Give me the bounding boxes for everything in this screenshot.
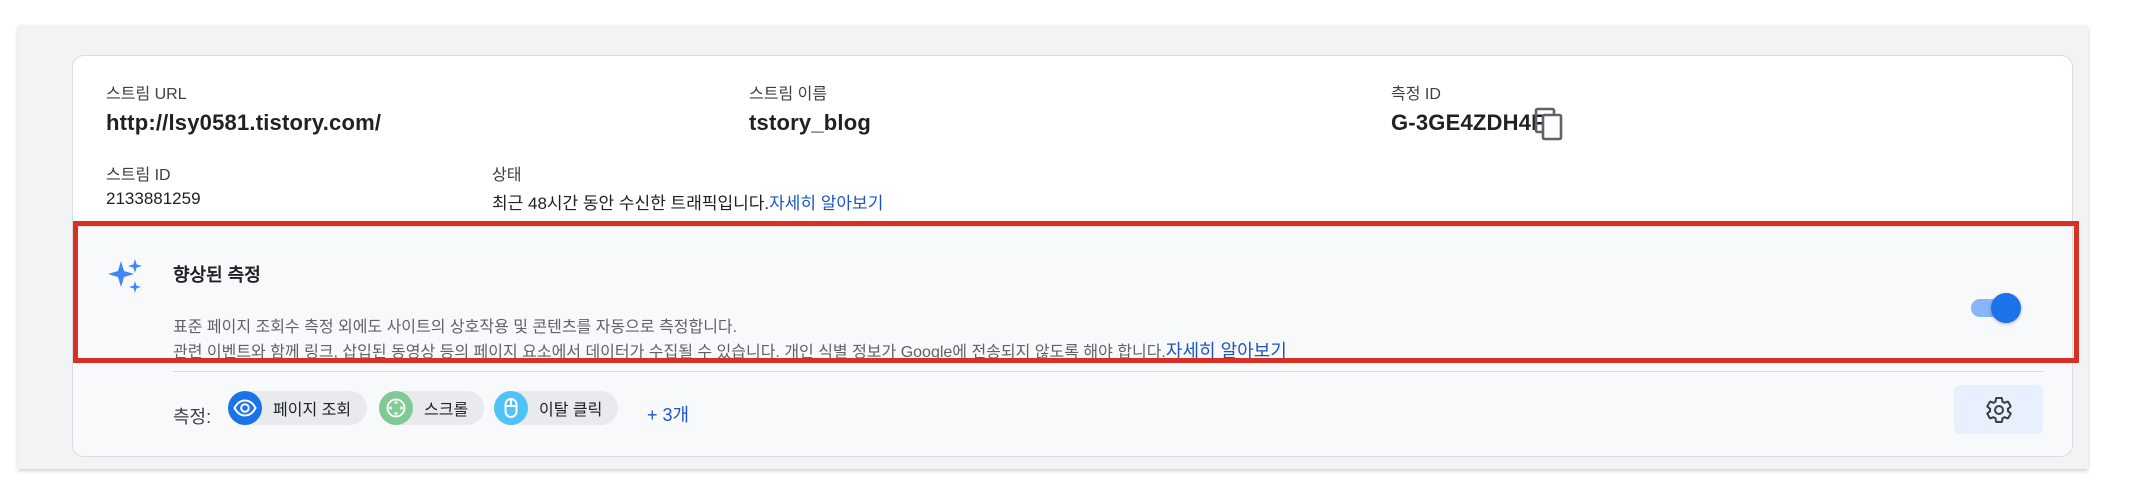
stream-name-value: tstory_blog <box>749 110 871 135</box>
status-text: 최근 48시간 동안 수신한 트래픽입니다. <box>492 194 770 213</box>
stream-name-label: 스트림 이름 <box>749 86 828 103</box>
eye-icon <box>228 391 262 425</box>
divider <box>173 371 2044 372</box>
chip-label: 이탈 클릭 <box>539 402 603 419</box>
enhanced-measurement-desc-1: 표준 페이지 조회수 측정 외에도 사이트의 상호작용 및 콘텐츠를 자동으로 … <box>173 319 738 336</box>
stream-id-label: 스트림 ID <box>106 167 171 184</box>
more-measurements-link[interactable]: + 3개 <box>647 401 689 427</box>
stream-url-value: http://lsy0581.tistory.com/ <box>106 110 382 135</box>
stream-id-value: 2133881259 <box>106 189 201 208</box>
enhanced-measurement-desc-2-row: 관련 이벤트와 함께 링크, 삽입된 동영상 등의 페이지 요소에서 데이터가 … <box>173 337 1287 363</box>
measurements-label: 측정: <box>173 407 212 427</box>
status-learn-more-link[interactable]: 자세히 알아보기 <box>769 194 883 213</box>
copy-icon[interactable] <box>1534 107 1564 141</box>
chip-outbound-click[interactable]: 이탈 클릭 <box>494 391 619 425</box>
enhanced-learn-more-link[interactable]: 자세히 알아보기 <box>1166 341 1287 361</box>
chip-page-view[interactable]: 페이지 조회 <box>228 391 368 425</box>
chip-scroll[interactable]: 스크롤 <box>379 391 485 425</box>
sparkle-icon <box>107 257 145 295</box>
status-label: 상태 <box>492 167 522 184</box>
enhanced-measurement-toggle[interactable] <box>1971 291 2021 323</box>
gear-icon <box>1985 396 2012 423</box>
toggle-thumb <box>1991 293 2021 323</box>
measurement-id-value: G-3GE4ZDH4F3 <box>1391 110 1558 135</box>
measurements-row: 측정: 페이지 조회 스크롤 이탈 클릭 + 3개 <box>73 371 2072 456</box>
enhanced-measurement-desc-2: 관련 이벤트와 함께 링크, 삽입된 동영상 등의 페이지 요소에서 데이터가 … <box>173 344 1166 361</box>
chip-label: 스크롤 <box>424 402 469 419</box>
status-text-row: 최근 48시간 동안 수신한 트래픽입니다.자세히 알아보기 <box>492 189 883 214</box>
chip-label: 페이지 조회 <box>273 402 352 419</box>
mouse-icon <box>494 391 528 425</box>
enhanced-measurement-title: 향상된 측정 <box>173 265 261 285</box>
enhanced-measurement-section: 향상된 측정 표준 페이지 조회수 측정 외에도 사이트의 상호작용 및 콘텐츠… <box>73 226 2072 371</box>
page-background: 스트림 URL http://lsy0581.tistory.com/ 스트림 … <box>18 25 2088 469</box>
scroll-arrows-icon <box>379 391 413 425</box>
settings-button[interactable] <box>1954 385 2043 434</box>
measurement-id-label: 측정 ID <box>1391 86 1441 103</box>
stream-url-label: 스트림 URL <box>106 86 187 103</box>
stream-details-card: 스트림 URL http://lsy0581.tistory.com/ 스트림 … <box>72 55 2073 457</box>
